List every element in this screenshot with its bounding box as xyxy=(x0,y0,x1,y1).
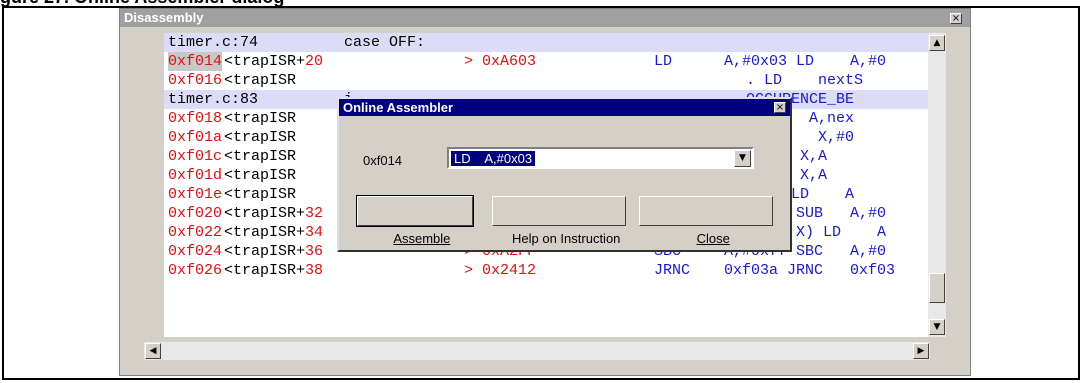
source-line[interactable]: timer.c:74 case OFF: xyxy=(164,33,928,52)
asm-symbol: <trapISR xyxy=(224,109,296,128)
scroll-thumb[interactable] xyxy=(929,273,945,303)
asm-symbol-name: <trapISR+ xyxy=(224,262,306,279)
asm-opcode: > 0x2412 xyxy=(464,262,537,279)
scroll-right-icon[interactable]: ▶ xyxy=(913,343,929,359)
address-label: 0xf014 xyxy=(363,153,403,168)
asm-symbol: <trapISR xyxy=(224,147,296,166)
scroll-up-icon[interactable]: ▲ xyxy=(929,35,945,51)
asm-symbol-offset: 38 xyxy=(305,262,324,279)
asm-symbol: <trapISR+32 xyxy=(224,204,323,223)
asm-address: 0xf018 xyxy=(168,110,223,127)
asm-symbol-offset: 34 xyxy=(305,224,324,241)
asm-address: 0xf01e xyxy=(168,186,223,203)
asm-address: 0xf01a xyxy=(168,129,223,146)
asm-symbol: <trapISR+36 xyxy=(224,242,323,261)
asm-mnemonic: LD xyxy=(654,53,673,70)
assemble-label: Assemble xyxy=(393,231,451,246)
asm-symbol-name: <trapISR xyxy=(224,129,297,146)
scroll-down-icon[interactable]: ▼ xyxy=(929,319,945,335)
help-label: Help on Instruction xyxy=(512,231,621,246)
online-assembler-dialog: Online Assembler × 0xf014 LD A,#0x03 ▼ A… xyxy=(337,97,792,252)
asm-symbol-name: <trapISR xyxy=(224,186,297,203)
asm-symbol: <trapISR+38 xyxy=(224,261,323,280)
asm-symbol-name: <trapISR+ xyxy=(224,243,306,260)
asm-symbol-offset: 36 xyxy=(305,243,324,260)
asm-symbol: <trapISR xyxy=(224,128,296,147)
asm-symbol: <trapISR xyxy=(224,166,296,185)
asm-operands: . LD nextS xyxy=(746,72,864,89)
dialog-title: Online Assembler xyxy=(343,100,454,115)
asm-address: 0xf020 xyxy=(168,205,223,222)
asm-address: 0xf014 xyxy=(168,52,223,71)
asm-symbol: <trapISR xyxy=(224,185,296,204)
asm-symbol-name: <trapISR xyxy=(224,110,297,127)
asm-symbol: <trapISR+20 xyxy=(224,52,323,71)
asm-symbol: <trapISR+34 xyxy=(224,223,323,242)
asm-address: 0xf024 xyxy=(168,243,223,260)
close-button[interactable]: Close xyxy=(639,196,773,246)
asm-address: 0xf016 xyxy=(168,72,223,89)
asm-operands: A,#0x03 LD A,#0 xyxy=(724,53,887,70)
dialog-titlebar: Online Assembler × xyxy=(339,99,790,116)
source-file-ref: timer.c:74 xyxy=(168,34,259,51)
dialog-close-icon[interactable]: × xyxy=(774,102,786,113)
instruction-value[interactable]: LD A,#0x03 xyxy=(451,151,536,166)
asm-row[interactable]: 0xf014 <trapISR+20 > 0xA603 LD A,#0x03 LD A,… xyxy=(164,52,928,71)
assemble-button[interactable]: Assemble xyxy=(356,195,474,246)
vertical-scrollbar[interactable]: ▲ ▼ xyxy=(928,33,946,337)
asm-symbol-name: <trapISR xyxy=(224,167,297,184)
asm-symbol-offset: 20 xyxy=(305,53,324,70)
help-on-instruction-button[interactable]: Help on Instruction xyxy=(492,196,626,246)
chevron-down-icon[interactable]: ▼ xyxy=(734,150,751,167)
asm-address: 0xf01d xyxy=(168,167,223,184)
window-close-button[interactable]: × xyxy=(950,13,962,24)
asm-row[interactable]: 0xf016 <trapISR . LD nextS xyxy=(164,71,928,90)
scroll-left-icon[interactable]: ◀ xyxy=(145,343,161,359)
asm-mnemonic: JRNC xyxy=(654,262,691,279)
asm-symbol-name: <trapISR xyxy=(224,72,297,89)
source-statement: case OFF: xyxy=(344,34,426,51)
asm-operands: 0xf03a JRNC 0xf03 xyxy=(724,262,896,279)
asm-symbol-name: <trapISR+ xyxy=(224,53,306,70)
source-file-ref: timer.c:83 xyxy=(168,91,259,108)
asm-address: 0xf026 xyxy=(168,262,223,279)
horizontal-scrollbar[interactable]: ◀ ▶ xyxy=(144,342,930,360)
asm-row[interactable]: 0xf026 <trapISR+38 > 0x2412 JRNC 0xf03a JRNC… xyxy=(164,261,928,280)
asm-symbol-offset: 32 xyxy=(305,205,324,222)
close-label: Close xyxy=(696,231,730,246)
asm-address: 0xf022 xyxy=(168,224,223,241)
asm-symbol-name: <trapISR+ xyxy=(224,224,306,241)
asm-symbol: <trapISR xyxy=(224,71,296,90)
window-titlebar: Disassembly × xyxy=(120,9,970,27)
instruction-combobox[interactable]: LD A,#0x03 ▼ xyxy=(447,147,754,169)
asm-symbol-name: <trapISR xyxy=(224,148,297,165)
asm-symbol-name: <trapISR+ xyxy=(224,205,306,222)
asm-opcode: > 0xA603 xyxy=(464,53,537,70)
window-title: Disassembly xyxy=(124,10,204,25)
asm-address: 0xf01c xyxy=(168,148,223,165)
